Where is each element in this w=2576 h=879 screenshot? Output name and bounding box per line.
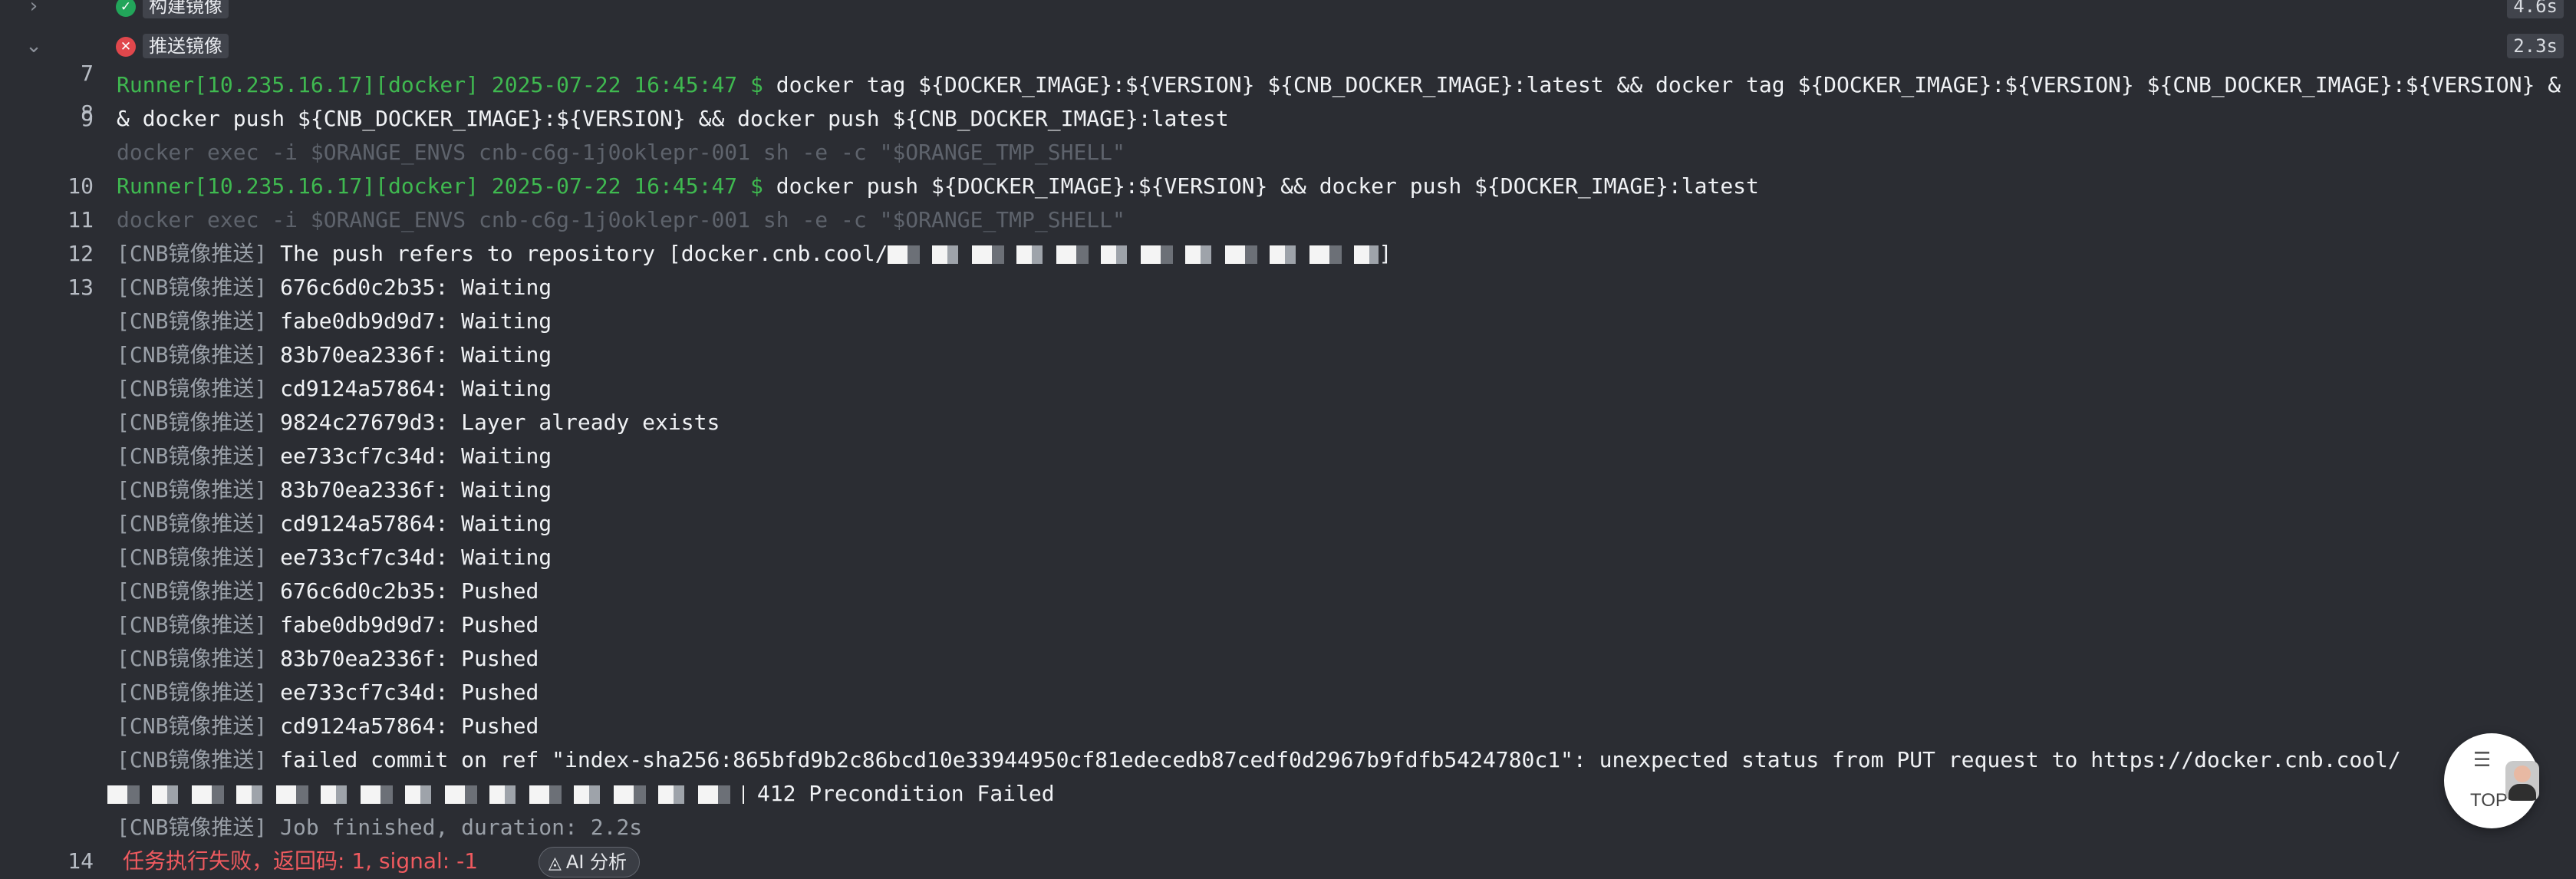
- redacted-mask: [888, 245, 1379, 264]
- log-tag: [CNB镜像推送]: [117, 410, 281, 435]
- ai-analysis-button[interactable]: ◬ AI 分析: [539, 847, 641, 877]
- log-line-continuation: [CNB镜像推送] 83b70ea2336f: Waiting: [0, 473, 2576, 507]
- command-text: docker tag ${DOCKER_IMAGE}:${VERSION} ${…: [776, 72, 2561, 97]
- error-message: failed commit on ref "index-sha256:865bf…: [280, 747, 2401, 772]
- failed-x-icon: ✕: [116, 37, 136, 57]
- log-line-continuation: [CNB镜像推送] 676c6d0c2b35: Pushed: [0, 574, 2576, 608]
- log-tag: [CNB镜像推送]: [117, 612, 281, 637]
- log-tag: [CNB镜像推送]: [117, 376, 281, 401]
- log-tag: [CNB镜像推送]: [117, 443, 281, 469]
- job-finished-text: Job finished, duration: 2.2s: [280, 815, 643, 840]
- layer-status: ee733cf7c34d: Waiting: [280, 545, 552, 570]
- log-line-continuation: [CNB镜像推送] 676c6d0c2b35: Waiting: [0, 271, 2576, 305]
- log-tag: [CNB镜像推送]: [117, 747, 281, 772]
- log-line-continuation: 412 Precondition Failed: [0, 777, 2576, 811]
- log-line: 10 docker exec -i $ORANGE_ENVS cnb-c6g-1…: [0, 136, 2576, 199]
- log-tag: [CNB镜像推送]: [117, 646, 281, 671]
- log-tag: [CNB镜像推送]: [117, 680, 281, 705]
- layer-status: ee733cf7c34d: Waiting: [280, 443, 552, 469]
- log-line: 13 [CNB镜像推送] The push refers to reposito…: [0, 237, 2576, 300]
- log-tag: [CNB镜像推送]: [117, 342, 281, 367]
- log-tag: [CNB镜像推送]: [117, 308, 281, 334]
- log-line-continuation: [CNB镜像推送] 83b70ea2336f: Waiting: [0, 338, 2576, 372]
- log-line: 12 docker exec -i $ORANGE_ENVS cnb-c6g-1…: [0, 203, 2576, 266]
- task-failed-text: 任务执行失败，返回码: 1, signal: -1: [123, 848, 479, 874]
- layer-status: ee733cf7c34d: Pushed: [280, 680, 539, 705]
- layer-status: fabe0db9d9d7: Waiting: [280, 308, 552, 334]
- layer-status: cd9124a57864: Pushed: [280, 713, 539, 739]
- ai-analysis-label: AI 分析: [565, 851, 628, 873]
- exec-command: docker exec -i $ORANGE_ENVS cnb-c6g-1j0o…: [117, 207, 1125, 232]
- log-line-continuation: [CNB镜像推送] fabe0db9d9d7: Pushed: [0, 608, 2576, 642]
- layer-status: 83b70ea2336f: Waiting: [280, 342, 552, 367]
- log-line-continuation: [CNB镜像推送] cd9124a57864: Pushed: [0, 709, 2576, 743]
- step-label: 推送镜像: [143, 34, 229, 58]
- log-line: 15 任务执行失败，返回码: 1, signal: -1 ◬AI 分析: [0, 844, 2576, 878]
- step-duration: 4.6s: [2507, 0, 2564, 18]
- command-text: & docker push ${CNB_DOCKER_IMAGE}:${VERS…: [117, 106, 1229, 131]
- log-tag: [CNB镜像推送]: [117, 275, 281, 300]
- log-tag: [CNB镜像推送]: [117, 713, 281, 739]
- log-line-continuation: [CNB镜像推送] 83b70ea2336f: Pushed: [0, 642, 2576, 676]
- log-tag: [CNB镜像推送]: [117, 477, 281, 502]
- build-log: › 7 ✓ 构建镜像 4.6s ⌄ 8 ✕ 推送镜像 2.3s 9 Runner…: [0, 0, 2576, 879]
- log-tag: [CNB镜像推送]: [117, 511, 281, 536]
- log-line-continuation: [CNB镜像推送] fabe0db9d9d7: Waiting: [0, 305, 2576, 338]
- log-line: 11 Runner[10.235.16.17][docker] 2025-07-…: [0, 170, 2576, 232]
- layer-status: fabe0db9d9d7: Pushed: [280, 612, 539, 637]
- log-line-continuation: [CNB镜像推送] cd9124a57864: Waiting: [0, 372, 2576, 406]
- log-line-continuation: [CNB镜像推送] 9824c27679d3: Layer already ex…: [0, 406, 2576, 440]
- log-tag: [CNB镜像推送]: [117, 578, 281, 604]
- step-row-push-image[interactable]: ⌄ 8 ✕ 推送镜像 2.3s: [0, 29, 2576, 126]
- log-line-continuation: [CNB镜像推送] failed commit on ref "index-sh…: [0, 743, 2576, 777]
- layer-status: 83b70ea2336f: Waiting: [280, 477, 552, 502]
- command-text: docker push ${DOCKER_IMAGE}:${VERSION} &…: [776, 173, 1759, 199]
- step-label: 构建镜像: [143, 0, 229, 18]
- log-message: The push refers to repository [docker.cn…: [280, 241, 888, 266]
- runner-prefix: Runner[10.235.16.17][docker] 2025-07-22 …: [117, 72, 776, 97]
- exec-command: docker exec -i $ORANGE_ENVS cnb-c6g-1j0o…: [117, 140, 1125, 165]
- layer-status: cd9124a57864: Waiting: [280, 511, 552, 536]
- layer-status: 9824c27679d3: Layer already exists: [280, 410, 720, 435]
- log-line: 14 [CNB镜像推送] Job finished, duration: 2.2…: [0, 811, 2576, 874]
- log-line-continuation: [CNB镜像推送] cd9124a57864: Waiting: [0, 507, 2576, 541]
- layer-status: cd9124a57864: Waiting: [280, 376, 552, 401]
- log-line-continuation: [CNB镜像推送] ee733cf7c34d: Pushed: [0, 676, 2576, 709]
- runner-prefix: Runner[10.235.16.17][docker] 2025-07-22 …: [117, 173, 776, 199]
- log-line-continuation: & docker push ${CNB_DOCKER_IMAGE}:${VERS…: [0, 102, 2576, 136]
- top-label: TOP: [2470, 790, 2508, 811]
- avatar: [2505, 761, 2539, 801]
- redacted-mask: [107, 785, 744, 804]
- layer-status: 83b70ea2336f: Pushed: [280, 646, 539, 671]
- step-duration: 2.3s: [2507, 34, 2564, 58]
- step-row-build-image[interactable]: › 7 ✓ 构建镜像 4.6s: [0, 0, 2576, 86]
- layer-status: 676c6d0c2b35: Waiting: [280, 275, 552, 300]
- layer-status: 676c6d0c2b35: Pushed: [280, 578, 539, 604]
- log-tag: [CNB镜像推送]: [117, 545, 281, 570]
- log-tag: [CNB镜像推送]: [117, 241, 281, 266]
- log-tag: [CNB镜像推送]: [117, 815, 281, 840]
- success-check-icon: ✓: [116, 0, 136, 17]
- back-to-top-button[interactable]: ☰ TOP: [2444, 733, 2539, 828]
- log-line-continuation: [CNB镜像推送] ee733cf7c34d: Waiting: [0, 440, 2576, 473]
- chevron-down-icon[interactable]: ⌄: [23, 35, 44, 57]
- error-status: 412 Precondition Failed: [744, 781, 1055, 806]
- log-line-continuation: [CNB镜像推送] ee733cf7c34d: Waiting: [0, 541, 2576, 574]
- scroll-top-icon: ☰: [2473, 749, 2492, 772]
- ai-triangle-icon: ◬: [548, 854, 562, 873]
- chevron-right-icon[interactable]: ›: [23, 0, 44, 17]
- log-line: 9 Runner[10.235.16.17][docker] 2025-07-2…: [0, 68, 2576, 131]
